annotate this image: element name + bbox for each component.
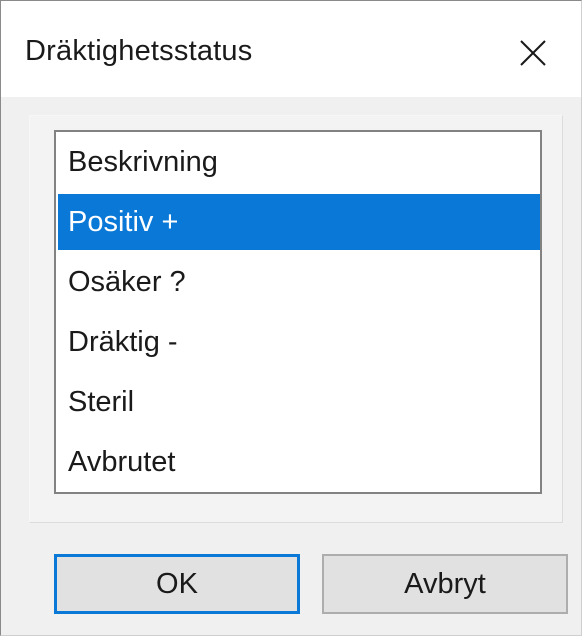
title-bar: Dräktighetsstatus	[1, 1, 581, 97]
close-icon	[520, 40, 546, 66]
list-item-beskrivning[interactable]: Beskrivning	[58, 134, 540, 190]
list-item-avbrutet[interactable]: Avbrutet	[58, 434, 540, 490]
cancel-button[interactable]: Avbryt	[322, 554, 568, 614]
list-item-positiv[interactable]: Positiv +	[58, 194, 540, 250]
list-item-steril[interactable]: Steril	[58, 374, 540, 430]
status-listbox[interactable]: Beskrivning Positiv + Osäker ? Dräktig -…	[54, 130, 542, 494]
ok-button[interactable]: OK	[54, 554, 300, 614]
window-title: Dräktighetsstatus	[25, 35, 253, 67]
close-button[interactable]	[511, 31, 555, 75]
list-item-osaker[interactable]: Osäker ?	[58, 254, 540, 310]
list-item-draktig[interactable]: Dräktig -	[58, 314, 540, 370]
